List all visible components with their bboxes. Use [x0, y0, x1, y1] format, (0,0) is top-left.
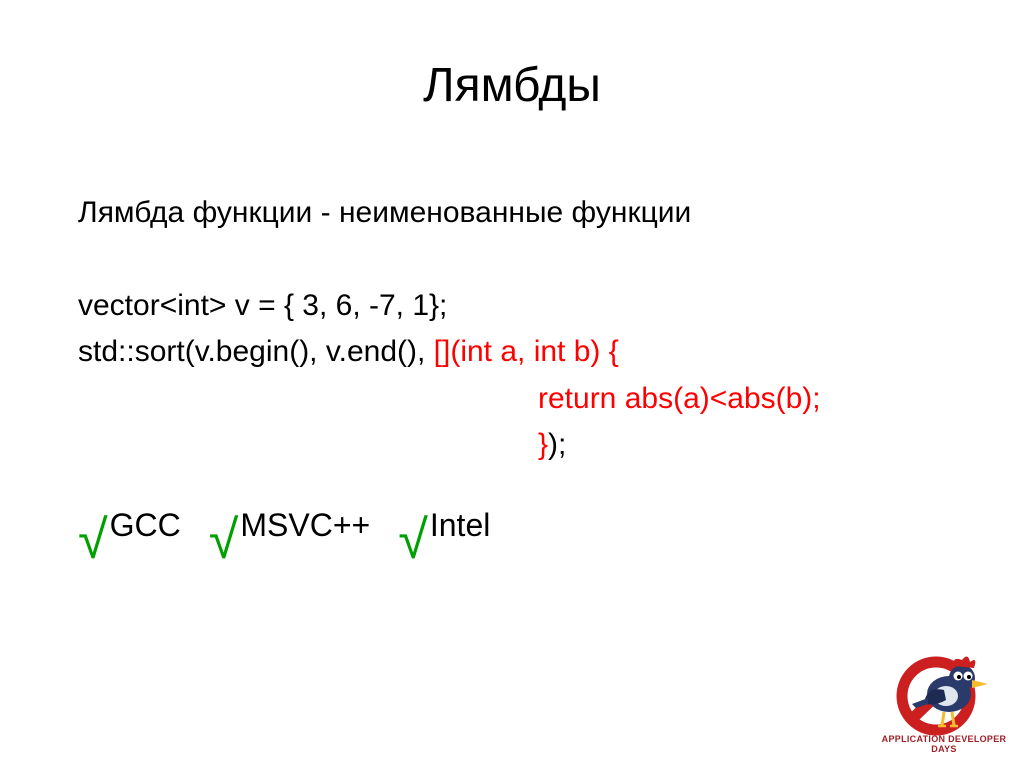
code-line-3: return abs(a)<abs(b); [78, 376, 946, 423]
label-gcc: GCC [110, 501, 181, 551]
label-msvc: MSVC++ [240, 501, 370, 551]
slide-body: Лямбда функции - неименованные функции v… [78, 190, 946, 550]
check-msvc: √MSVC++ [209, 501, 370, 551]
code-line-4: }); [78, 422, 946, 469]
check-intel: √Intel [398, 501, 490, 551]
checkmark-icon: √ [209, 524, 239, 556]
slide: Лямбды Лямбда функции - неименованные фу… [0, 0, 1024, 768]
code-line-3-red: return abs(a)<abs(b); [538, 382, 821, 415]
code-line-2-red: [](int a, int b) { [434, 335, 619, 368]
code-line-2-black: std::sort(v.begin(), v.end(), [78, 335, 434, 368]
intro-text: Лямбда функции - неименованные функции [78, 190, 946, 237]
check-gcc: √GCC [78, 501, 181, 551]
mascot-icon [894, 646, 994, 736]
checkmark-icon: √ [78, 524, 108, 556]
conference-logo: APPLICATION DEVELOPER DAYS [880, 646, 1008, 754]
label-intel: Intel [430, 501, 490, 551]
logo-caption: APPLICATION DEVELOPER DAYS [880, 734, 1008, 754]
code-line-1: vector<int> v = { 3, 6, -7, 1}; [78, 283, 946, 330]
code-line-4-red: } [538, 428, 548, 461]
code-line-2: std::sort(v.begin(), v.end(), [](int a, … [78, 329, 946, 376]
checkmark-icon: √ [398, 524, 428, 556]
slide-title: Лямбды [0, 58, 1024, 113]
compiler-checks: √GCC √MSVC++ √Intel [78, 501, 946, 551]
code-line-4-black: ); [548, 428, 566, 461]
